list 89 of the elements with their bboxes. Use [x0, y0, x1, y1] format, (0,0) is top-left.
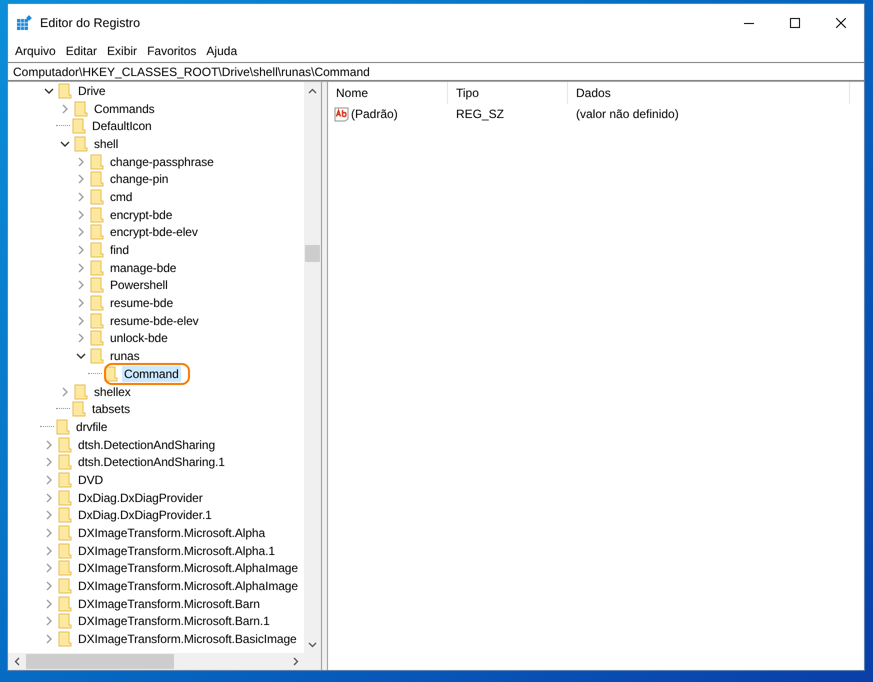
folder-icon — [58, 560, 72, 576]
folder-icon — [58, 613, 72, 630]
menu-item[interactable]: Favoritos — [142, 44, 202, 58]
scroll-thumb[interactable] — [26, 654, 174, 669]
tree-item[interactable]: change-passphrase — [108, 154, 216, 170]
tree-item[interactable]: DXImageTransform.Microsoft.Barn.1 — [76, 613, 272, 630]
horizontal-scrollbar[interactable] — [8, 653, 321, 670]
folder-icon — [104, 366, 118, 382]
folder-icon — [58, 472, 72, 488]
scroll-thumb[interactable] — [305, 245, 320, 262]
column-header[interactable]: Dados — [568, 82, 850, 104]
tree-item[interactable]: Commands — [92, 100, 157, 117]
tree-item[interactable]: DXImageTransform.Microsoft.AlphaImage — [76, 578, 300, 594]
tree-item[interactable]: DVD — [76, 472, 106, 488]
tree-item[interactable]: dtsh.DetectionAndSharing — [76, 436, 218, 453]
tree-item[interactable]: unlock-bde — [108, 330, 170, 346]
folder-icon — [90, 154, 104, 170]
tree-item[interactable]: Powershell — [108, 277, 170, 294]
table-cell: (valor não definido) — [576, 107, 679, 121]
table-cell: REG_SZ — [456, 107, 504, 121]
tree-item[interactable]: tabsets — [90, 401, 132, 418]
folder-icon — [74, 136, 88, 152]
folder-icon — [90, 330, 104, 346]
folder-icon — [58, 436, 72, 453]
folder-icon — [58, 507, 72, 524]
folder-icon — [72, 118, 86, 134]
menu-item[interactable]: Ajuda — [201, 44, 242, 58]
folder-icon — [74, 100, 88, 117]
folder-icon — [90, 348, 104, 364]
string-value-icon — [334, 106, 350, 122]
tree-item[interactable]: resume-bde — [108, 295, 176, 312]
tree-item[interactable]: cmd — [108, 188, 134, 205]
menu-item[interactable]: Editar — [60, 44, 102, 58]
tree-item[interactable]: Command — [122, 366, 181, 382]
tree-item[interactable]: find — [108, 242, 131, 258]
tree-item[interactable]: encrypt-bde-elev — [108, 224, 200, 240]
tree-item[interactable]: runas — [108, 348, 142, 364]
folder-icon — [58, 490, 72, 506]
folder-icon — [90, 188, 104, 205]
tree-item[interactable]: shell — [92, 136, 120, 152]
tree-item[interactable]: shellex — [92, 384, 133, 400]
tree-item[interactable]: drvfile — [74, 418, 110, 435]
folder-icon — [90, 312, 104, 329]
tree-item[interactable]: DXImageTransform.Microsoft.BasicImage — [76, 631, 299, 648]
folder-icon — [74, 384, 88, 400]
tree-item[interactable]: manage-bde — [108, 260, 178, 276]
window-title: Editor do Registro — [40, 16, 142, 30]
tree-item[interactable]: dtsh.DetectionAndSharing.1 — [76, 454, 227, 470]
folder-icon — [90, 277, 104, 294]
table-cell: (Padrão) — [351, 107, 398, 121]
tree-item[interactable]: DefaultIcon — [90, 118, 154, 134]
scroll-left-icon[interactable] — [14, 657, 20, 666]
folder-icon — [58, 631, 72, 648]
tree-item[interactable]: DXImageTransform.Microsoft.AlphaImage — [76, 560, 300, 576]
folder-icon — [58, 578, 72, 594]
folder-icon — [72, 401, 86, 418]
tree-item[interactable]: DxDiag.DxDiagProvider.1 — [76, 507, 214, 524]
tree-item[interactable]: resume-bde-elev — [108, 312, 201, 329]
menu-item[interactable]: Arquivo — [10, 44, 61, 58]
tree-item[interactable]: DXImageTransform.Microsoft.Alpha.1 — [76, 542, 277, 559]
scroll-right-icon[interactable] — [292, 657, 298, 666]
folder-icon — [58, 454, 72, 470]
tree-item[interactable]: DxDiag.DxDiagProvider — [76, 490, 205, 506]
folder-icon — [90, 171, 104, 188]
folder-icon — [90, 260, 104, 276]
maximize-icon — [790, 18, 800, 28]
folder-icon — [90, 224, 104, 240]
folder-icon — [90, 295, 104, 312]
menu-item[interactable]: Exibir — [102, 44, 142, 58]
folder-icon — [58, 82, 72, 99]
tree-item[interactable]: change-pin — [108, 171, 170, 188]
column-header[interactable]: Nome — [328, 82, 448, 104]
registry-app-icon — [16, 15, 32, 31]
folder-icon — [56, 418, 70, 435]
scroll-up-icon[interactable] — [308, 88, 317, 94]
scroll-down-icon[interactable] — [308, 642, 317, 648]
tree-item[interactable]: Drive — [76, 82, 108, 99]
vertical-scrollbar[interactable] — [304, 82, 321, 653]
column-header[interactable]: Tipo — [448, 82, 568, 104]
folder-icon — [58, 525, 72, 542]
tree-item[interactable]: encrypt-bde — [108, 206, 174, 223]
tree-item[interactable]: DXImageTransform.Microsoft.Alpha — [76, 525, 268, 542]
close-icon — [836, 18, 846, 28]
folder-icon — [90, 242, 104, 258]
tree-item[interactable]: DXImageTransform.Microsoft.Barn — [76, 596, 262, 612]
folder-icon — [58, 596, 72, 612]
folder-icon — [90, 206, 104, 223]
address-field[interactable]: Computador\HKEY_CLASSES_ROOT\Drive\shell\runas\Command — [8, 62, 864, 81]
folder-icon — [58, 542, 72, 559]
